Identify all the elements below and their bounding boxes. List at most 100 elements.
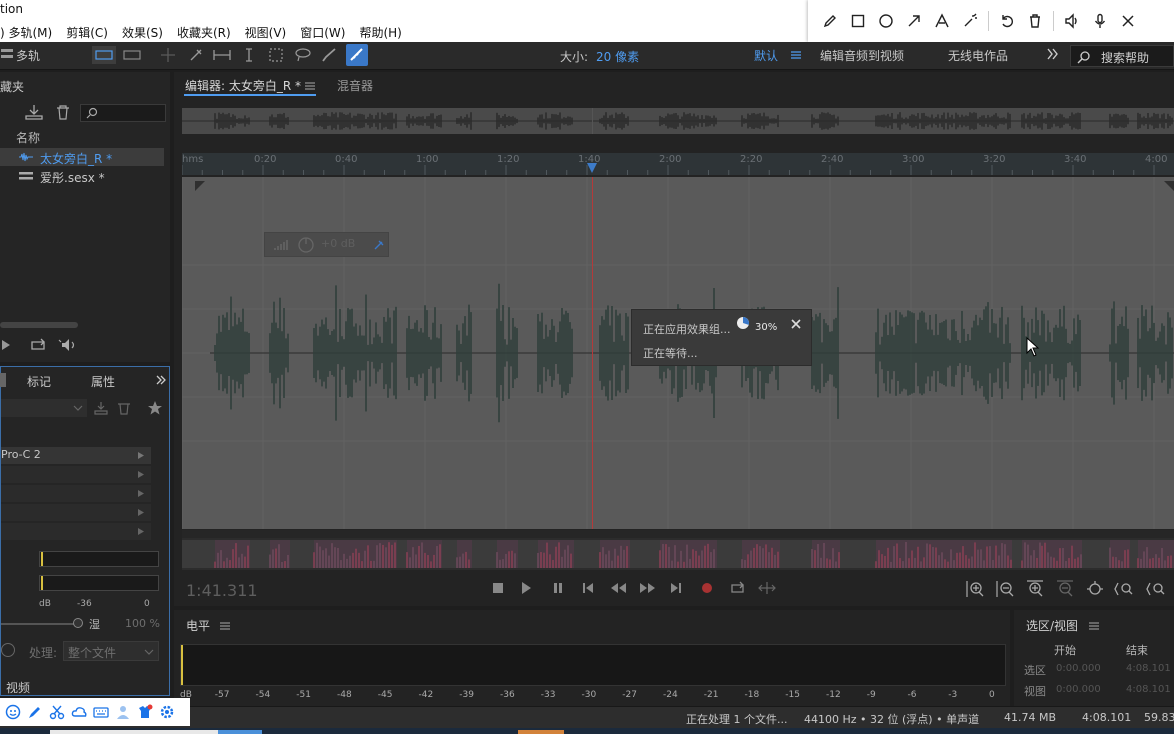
tab-editor[interactable]: 编辑器: 太女旁白_R * (185, 77, 301, 94)
spot-healing-tool-icon[interactable] (346, 44, 368, 66)
power-toggle-icon[interactable] (1, 643, 15, 657)
panel-menu-icon[interactable] (1089, 621, 1099, 631)
current-time-display[interactable]: 1:41.311 (186, 581, 258, 600)
waveform-view-button[interactable] (92, 46, 116, 64)
panel-more-icon[interactable] (155, 374, 167, 389)
mix-slider-track[interactable] (1, 623, 77, 625)
zoom-in-amplitude-icon[interactable] (966, 580, 984, 598)
menu-view[interactable]: 视图(V) (245, 24, 287, 41)
gain-hud[interactable]: +0 dB (264, 232, 389, 257)
workspace-more-icon[interactable] (1046, 47, 1060, 64)
multitrack-icon[interactable] (0, 47, 14, 61)
process-dropdown[interactable]: 整个文件 (63, 641, 159, 661)
skip-to-end-icon[interactable] (670, 582, 682, 594)
files-column-name[interactable]: 名称 (16, 129, 40, 146)
magic-wand-icon[interactable] (956, 7, 984, 35)
razor-tool-icon[interactable] (188, 47, 204, 66)
mix-value[interactable]: 100 % (125, 617, 160, 630)
loop-icon[interactable] (730, 581, 746, 595)
handwriting-icon[interactable] (26, 703, 44, 721)
keyboard-icon[interactable] (92, 703, 110, 721)
tab-markers[interactable]: 标记 (27, 373, 51, 390)
gain-knob-icon[interactable] (297, 236, 315, 254)
undo-icon[interactable] (993, 7, 1021, 35)
speaker-icon[interactable] (1058, 7, 1086, 35)
rack-slot-5[interactable] (1, 523, 151, 540)
close-icon[interactable] (1114, 7, 1142, 35)
trash-icon[interactable] (117, 401, 131, 418)
zoom-selection-out-icon[interactable] (1146, 580, 1166, 598)
zoom-full-icon[interactable] (1086, 580, 1104, 598)
skip-selection-icon[interactable] (758, 581, 776, 595)
circle-icon[interactable] (872, 7, 900, 35)
import-icon[interactable] (24, 104, 44, 123)
menu-help[interactable]: 帮助(H) (359, 24, 401, 41)
loop-icon[interactable] (30, 338, 48, 355)
autoplay-icon[interactable] (58, 338, 80, 355)
file-row-selected[interactable]: 太女旁白_R * (0, 148, 164, 166)
text-icon[interactable] (928, 7, 956, 35)
selection-panel-title[interactable]: 选区/视图 (1026, 617, 1078, 634)
favorite-star-icon[interactable] (147, 400, 163, 419)
overview-waveform[interactable] (182, 108, 1174, 134)
selection-start[interactable]: 0:00.000 (1056, 663, 1101, 674)
files-search-input[interactable] (80, 104, 166, 122)
zoom-in-time-icon[interactable] (1026, 580, 1044, 598)
trash-icon[interactable] (1021, 7, 1049, 35)
files-scrollbar[interactable] (0, 322, 78, 328)
help-search-input[interactable]: 搜索帮助 (1070, 45, 1174, 67)
microphone-icon[interactable] (1086, 7, 1114, 35)
move-tool-icon[interactable] (160, 47, 176, 66)
menu-favorites[interactable]: 收藏夹(R) (177, 24, 231, 41)
scissors-icon[interactable] (48, 703, 66, 721)
pin-icon[interactable] (373, 239, 385, 251)
tab-properties[interactable]: 属性 (91, 373, 115, 390)
menu-clip[interactable]: 剪辑(C) (66, 24, 108, 41)
stop-icon[interactable] (492, 582, 504, 594)
taskbar-item[interactable] (218, 730, 262, 734)
emoji-icon[interactable] (4, 703, 22, 721)
play-icon[interactable] (0, 338, 12, 355)
video-panel-tab[interactable]: 视频 (6, 679, 30, 696)
save-preset-icon[interactable] (93, 401, 109, 418)
workspace-video[interactable]: 编辑音频到视频 (820, 47, 904, 64)
slip-tool-icon[interactable] (213, 47, 231, 66)
skin-icon[interactable] (136, 703, 154, 721)
fast-forward-icon[interactable] (638, 582, 656, 594)
skip-to-start-icon[interactable] (582, 582, 594, 594)
gain-value[interactable]: +0 dB (321, 237, 355, 250)
spectral-view-button[interactable] (120, 46, 144, 64)
size-value[interactable]: 20 像素 (596, 48, 639, 65)
workspace-menu-icon[interactable] (790, 49, 802, 64)
workspace-radio[interactable]: 无线电作品 (948, 47, 1008, 64)
preset-dropdown[interactable] (1, 399, 87, 417)
rack-slot-3[interactable] (1, 485, 151, 502)
view-end[interactable]: 4:08.101 (1126, 684, 1171, 695)
pencil-icon[interactable] (816, 7, 844, 35)
panel-menu-icon[interactable] (220, 621, 230, 631)
files-panel-title[interactable]: 藏夹 (0, 78, 24, 95)
selection-end[interactable]: 4:08.101 (1126, 663, 1171, 674)
user-icon[interactable] (114, 703, 132, 721)
mix-slider-handle[interactable] (73, 618, 83, 628)
record-icon[interactable] (701, 582, 713, 594)
play-icon[interactable] (520, 581, 532, 595)
marquee-tool-icon[interactable] (268, 47, 284, 66)
zoom-selection-in-icon[interactable] (1114, 580, 1134, 598)
menu-effects[interactable]: 效果(S) (122, 24, 163, 41)
tab-mixer[interactable]: 混音器 (337, 77, 373, 94)
arrow-icon[interactable] (900, 7, 928, 35)
rack-slot-4[interactable] (1, 504, 151, 521)
pause-icon[interactable] (552, 582, 564, 594)
taskbar-item[interactable] (50, 730, 218, 734)
tab-menu-icon[interactable] (305, 80, 315, 94)
rewind-icon[interactable] (610, 582, 628, 594)
menu-multitrack[interactable]: ) 多轨(M) (0, 24, 52, 41)
multitrack-label[interactable]: 多轨 (16, 47, 40, 64)
cloud-icon[interactable] (70, 703, 88, 721)
view-start[interactable]: 0:00.000 (1056, 684, 1101, 695)
zoom-out-amplitude-icon[interactable] (996, 580, 1014, 598)
zoom-out-time-icon[interactable] (1056, 580, 1074, 598)
lasso-tool-icon[interactable] (294, 47, 312, 66)
file-row[interactable]: 爱彤.sesx * (0, 167, 164, 185)
